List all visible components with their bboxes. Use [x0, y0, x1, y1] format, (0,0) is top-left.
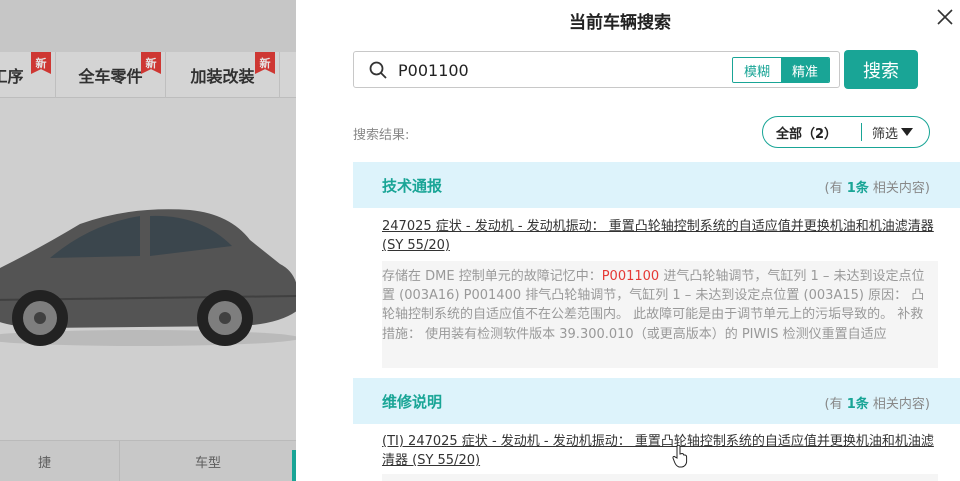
section-title: 维修说明: [382, 393, 443, 411]
section-title: 技术通报: [382, 177, 443, 195]
hand-cursor-icon: [672, 444, 688, 468]
modal-overlay: [0, 0, 296, 481]
search-icon: [369, 61, 387, 79]
snippet-highlight: P001100: [601, 269, 660, 284]
section-count: (有 1条 相关内容): [825, 177, 930, 196]
filter-dropdown-label: 筛选: [872, 126, 899, 142]
result-snippet: [382, 474, 938, 481]
exact-mode-button[interactable]: 精准: [781, 58, 829, 82]
filter-dropdown[interactable]: 筛选: [862, 123, 914, 142]
count-number: 1条: [846, 397, 869, 412]
count-suffix: 相关内容): [872, 397, 930, 412]
section-count: (有 1条 相关内容): [825, 393, 930, 412]
section-header-repair-instructions: 维修说明 (有 1条 相关内容): [353, 378, 960, 424]
section-header-technical-bulletin: 技术通报 (有 1条 相关内容): [353, 162, 960, 208]
background-page: 工序 新 全车零件 新 加装改装 新 捷 车型: [0, 0, 296, 481]
results-label: 搜索结果:: [353, 128, 410, 143]
vehicle-search-drawer: 当前车辆搜索 模糊 精准 搜索 搜索结果: 全部（2） 筛选 技术通报 (有 1…: [296, 0, 960, 481]
result-snippet: 存储在 DME 控制单元的故障记忆中：P001100 进气凸轮轴调节，气缸列 1…: [382, 261, 938, 368]
search-input[interactable]: [398, 57, 678, 83]
count-number: 1条: [846, 181, 869, 196]
count-prefix: (有: [824, 397, 843, 412]
fuzzy-mode-button[interactable]: 模糊: [733, 58, 781, 82]
result-link-technical-bulletin[interactable]: 247025 症状 - 发动机 - 发动机振动： 重置凸轮轴控制系统的自适应值并…: [382, 217, 938, 255]
search-box: 模糊 精准: [353, 51, 840, 88]
count-suffix: 相关内容): [872, 181, 930, 196]
results-filter: 全部（2） 筛选: [762, 116, 930, 148]
close-icon[interactable]: [932, 4, 958, 30]
caret-down-icon: [901, 128, 914, 136]
count-prefix: (有: [824, 181, 843, 196]
filter-all-button[interactable]: 全部（2）: [763, 123, 861, 142]
result-link-repair-instructions[interactable]: (TI) 247025 症状 - 发动机 - 发动机振动： 重置凸轮轴控制系统的…: [382, 432, 938, 470]
drawer-title: 当前车辆搜索: [569, 13, 671, 33]
snippet-text-before: 存储在 DME 控制单元的故障记忆中：: [382, 269, 602, 284]
search-mode-toggle: 模糊 精准: [732, 57, 830, 83]
search-button[interactable]: 搜索: [844, 50, 918, 89]
